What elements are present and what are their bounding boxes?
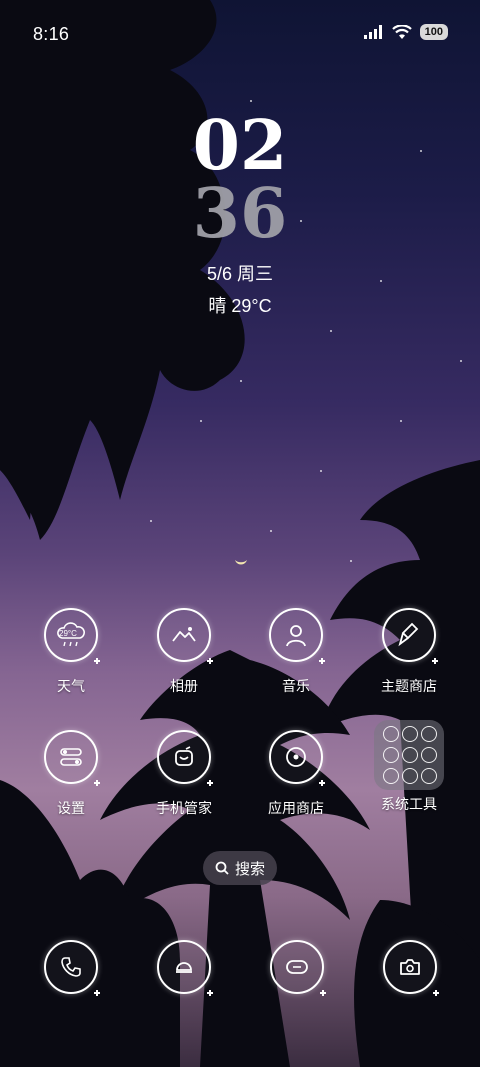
messages-icon xyxy=(270,940,326,996)
dock-browser[interactable] xyxy=(156,940,213,996)
status-time: 8:16 xyxy=(33,24,70,44)
clock-widget[interactable]: 02 36 5/6 周三 晴 29°C xyxy=(0,112,480,318)
sparkle-icon xyxy=(94,658,100,664)
theme-store-icon xyxy=(382,608,438,664)
phone-manager-icon xyxy=(157,730,213,786)
app-label: 手机管家 xyxy=(156,800,212,816)
search-icon xyxy=(215,861,229,875)
sparkle-icon xyxy=(320,990,326,996)
phone-icon xyxy=(44,940,100,996)
app-label: 应用商店 xyxy=(268,800,324,816)
app-settings[interactable]: 设置 xyxy=(21,730,121,818)
folder-icon xyxy=(374,720,444,790)
app-gallery[interactable]: 相册 xyxy=(134,608,234,696)
sparkle-icon xyxy=(319,780,325,786)
clock-minute: 36 xyxy=(192,174,288,254)
app-label: 天气 xyxy=(57,678,85,694)
app-label: 相册 xyxy=(170,678,198,694)
sparkle-icon xyxy=(94,990,100,996)
browser-icon xyxy=(157,940,213,996)
search-button[interactable]: 搜索 xyxy=(203,851,277,885)
sparkle-icon xyxy=(207,990,213,996)
app-label: 主题商店 xyxy=(381,678,437,694)
app-music[interactable]: 音乐 xyxy=(246,608,346,696)
battery-icon: 100 xyxy=(419,24,448,40)
weather-badge: 29°C xyxy=(59,629,77,638)
search-label: 搜索 xyxy=(234,860,265,878)
gallery-icon xyxy=(157,608,213,664)
sparkle-icon xyxy=(94,780,100,786)
music-icon xyxy=(269,608,325,664)
home-screen: 8:16 100 02 36 5/6 周三 晴 29°C 29°C 天气 相册 … xyxy=(0,0,480,1067)
app-label: 设置 xyxy=(57,800,85,816)
dock-messages[interactable] xyxy=(269,940,326,996)
app-phone-manager[interactable]: 手机管家 xyxy=(134,730,234,818)
sparkle-icon xyxy=(432,658,438,664)
clock-hour: 02 xyxy=(192,106,288,186)
settings-icon xyxy=(44,730,100,786)
dock-camera[interactable] xyxy=(382,940,439,996)
dock-phone[interactable] xyxy=(43,940,100,996)
clock-weather: 晴 29°C xyxy=(208,296,272,316)
status-bar: 8:16 100 xyxy=(0,0,480,68)
weather-icon: 29°C xyxy=(44,608,100,664)
sparkle-icon xyxy=(207,658,213,664)
status-icons: 100 xyxy=(363,24,448,40)
wifi-icon xyxy=(391,24,412,39)
app-system-tools-folder[interactable]: 系统工具 xyxy=(359,720,459,814)
sparkle-icon xyxy=(207,780,213,786)
app-store[interactable]: 应用商店 xyxy=(246,730,346,818)
sparkle-icon xyxy=(319,658,325,664)
clock-date: 5/6 周三 xyxy=(206,264,274,284)
camera-icon xyxy=(383,940,439,996)
app-store-icon xyxy=(269,730,325,786)
app-theme-store[interactable]: 主题商店 xyxy=(359,608,459,696)
app-weather[interactable]: 29°C 天气 xyxy=(21,608,121,696)
app-label: 系统工具 xyxy=(381,796,437,812)
sparkle-icon xyxy=(433,990,439,996)
moon-icon xyxy=(235,560,247,565)
signal-icon xyxy=(363,25,382,39)
app-label: 音乐 xyxy=(282,678,310,694)
